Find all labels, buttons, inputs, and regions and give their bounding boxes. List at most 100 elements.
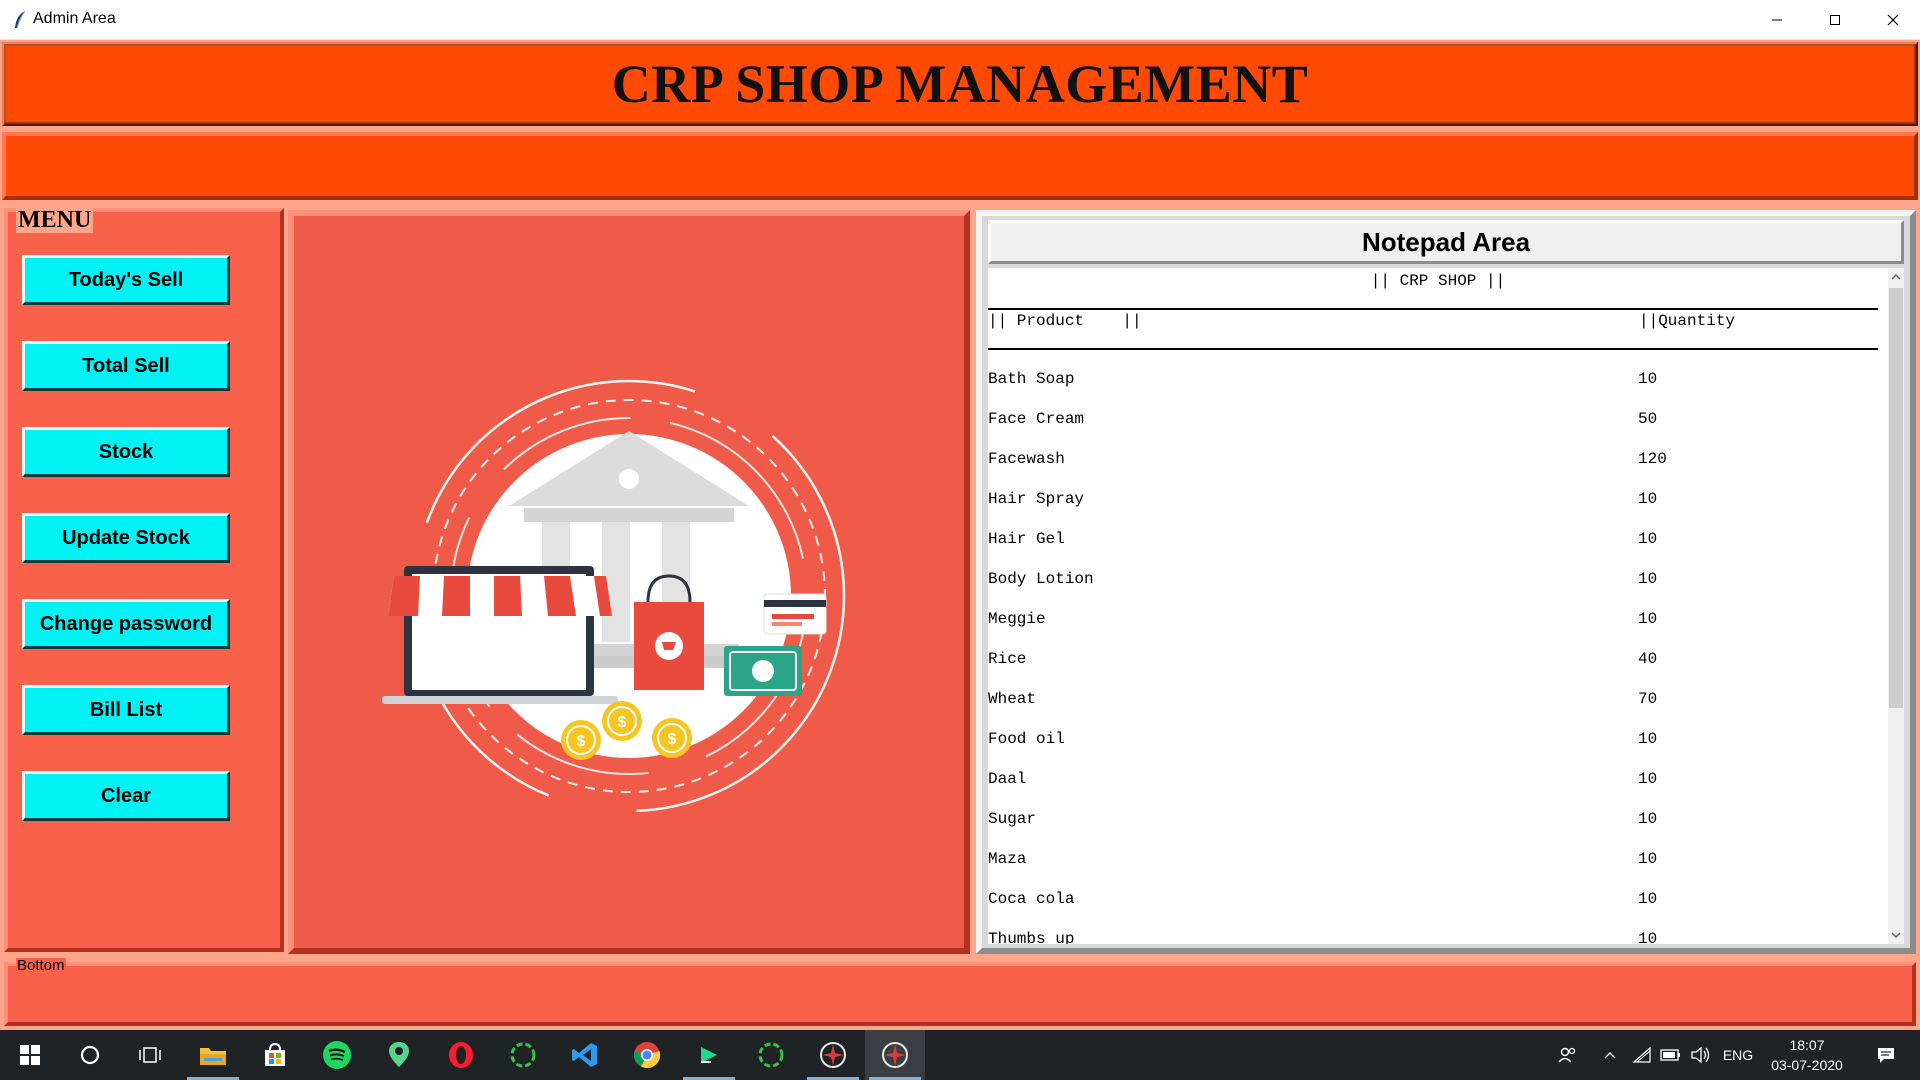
stock-row: Bath Soap 10 xyxy=(988,370,1888,394)
wifi-icon xyxy=(1632,1046,1651,1063)
stock-row: Thumbs up 10 xyxy=(988,930,1888,944)
cortana-icon xyxy=(80,1045,100,1065)
shop-illustration-panel: $ $ $ xyxy=(288,210,970,954)
product-name: Daal xyxy=(988,770,1027,788)
product-name: Facewash xyxy=(988,450,1065,468)
menu-legend: MENU xyxy=(16,207,94,233)
product-name: Face Cream xyxy=(988,410,1085,428)
windows-icon xyxy=(20,1045,40,1065)
loader-app-button[interactable] xyxy=(493,1030,553,1080)
loader-app-2-button[interactable] xyxy=(741,1030,801,1080)
product-quantity: 10 xyxy=(1638,810,1658,828)
chevron-down-icon xyxy=(1891,932,1901,939)
battery-icon xyxy=(1660,1049,1680,1061)
product-name: Hair Gel xyxy=(988,530,1065,548)
stock-row: Maza 10 xyxy=(988,850,1888,874)
tk-feather-icon xyxy=(820,1042,846,1068)
show-hidden-icons-button[interactable] xyxy=(1597,1030,1623,1080)
stock-row: Hair Gel 10 xyxy=(988,530,1888,554)
spinner-icon xyxy=(510,1042,536,1068)
product-quantity: 40 xyxy=(1638,650,1658,668)
product-quantity: 10 xyxy=(1638,530,1658,548)
stock-row: Face Cream 50 xyxy=(988,410,1888,434)
chevron-up-icon xyxy=(1604,1052,1616,1059)
spotify-icon xyxy=(323,1041,351,1069)
battery-button[interactable] xyxy=(1658,1030,1684,1080)
start-button[interactable] xyxy=(0,1030,60,1080)
language-indicator[interactable]: ENG xyxy=(1718,1030,1758,1080)
python-tk-button[interactable] xyxy=(803,1030,863,1080)
maximize-button[interactable] xyxy=(1806,0,1864,40)
product-quantity: 70 xyxy=(1638,690,1658,708)
stock-row: Facewash 120 xyxy=(988,450,1888,474)
taskbar: ENG 18:07 03-07-2020 xyxy=(0,1030,1920,1080)
stock-row: Wheat 70 xyxy=(988,690,1888,714)
product-name: Food oil xyxy=(988,730,1065,748)
scroll-up-button[interactable] xyxy=(1888,268,1904,286)
chrome-button[interactable] xyxy=(617,1030,677,1080)
pycharm-button[interactable] xyxy=(679,1030,739,1080)
notepad-shop-heading: || CRP SHOP || xyxy=(1370,272,1506,290)
action-center-button[interactable] xyxy=(1866,1030,1906,1080)
scroll-thumb[interactable] xyxy=(1889,288,1903,708)
folder-icon xyxy=(200,1048,226,1065)
column-header-quantity: ||Quantity xyxy=(1639,312,1736,330)
product-quantity: 10 xyxy=(1638,770,1658,788)
scroll-down-button[interactable] xyxy=(1888,926,1904,944)
clear-button[interactable]: Clear xyxy=(22,771,230,821)
store-bag-icon xyxy=(265,1042,285,1066)
tk-feather-icon xyxy=(882,1042,908,1068)
vscode-button[interactable] xyxy=(555,1030,615,1080)
network-button[interactable] xyxy=(1629,1030,1655,1080)
python-tk-active-button[interactable] xyxy=(865,1030,925,1080)
todays-sell-button[interactable]: Today's Sell xyxy=(22,255,230,305)
maps-button[interactable] xyxy=(369,1030,429,1080)
people-button[interactable] xyxy=(1552,1030,1582,1080)
chevron-up-icon xyxy=(1891,273,1901,280)
product-quantity: 10 xyxy=(1638,850,1658,868)
bill-list-button[interactable]: Bill List xyxy=(22,685,230,735)
notepad-scrollbar[interactable] xyxy=(1888,268,1904,944)
bottom-legend: Bottom xyxy=(16,957,66,974)
product-quantity: 10 xyxy=(1638,370,1658,388)
language-label: ENG xyxy=(1722,1047,1754,1063)
product-name: Body Lotion xyxy=(988,570,1094,588)
volume-button[interactable] xyxy=(1688,1030,1714,1080)
divider xyxy=(988,308,1878,310)
stock-row: Sugar 10 xyxy=(988,810,1888,834)
close-button[interactable] xyxy=(1864,0,1920,40)
product-name: Maza xyxy=(988,850,1027,868)
task-view-icon xyxy=(139,1047,161,1063)
people-icon xyxy=(1558,1047,1576,1063)
svg-text:$: $ xyxy=(618,714,627,731)
opera-button[interactable] xyxy=(431,1030,491,1080)
header-banner: CRP SHOP MANAGEMENT xyxy=(2,42,1918,126)
product-quantity: 10 xyxy=(1638,890,1658,908)
divider xyxy=(988,348,1878,350)
minimize-button[interactable] xyxy=(1748,0,1806,40)
file-explorer-button[interactable] xyxy=(183,1030,243,1080)
total-sell-button[interactable]: Total Sell xyxy=(22,341,230,391)
change-password-button[interactable]: Change password xyxy=(22,599,230,649)
spotify-button[interactable] xyxy=(307,1030,367,1080)
cortana-button[interactable] xyxy=(60,1030,120,1080)
stock-row: Rice 40 xyxy=(988,650,1888,674)
column-header-product: || Product || xyxy=(988,312,1142,330)
product-name: Bath Soap xyxy=(988,370,1075,388)
stock-row: Coca cola 10 xyxy=(988,890,1888,914)
update-stock-button[interactable]: Update Stock xyxy=(22,513,230,563)
product-name: Coca cola xyxy=(988,890,1075,908)
product-quantity: 10 xyxy=(1638,930,1658,944)
task-view-button[interactable] xyxy=(120,1030,180,1080)
stock-row: Food oil 10 xyxy=(988,730,1888,754)
page-title: CRP SHOP MANAGEMENT xyxy=(611,54,1309,114)
microsoft-store-button[interactable] xyxy=(245,1030,305,1080)
notification-icon xyxy=(1878,1048,1894,1063)
window-title: Admin Area xyxy=(33,10,116,27)
product-quantity: 10 xyxy=(1638,490,1658,508)
opera-icon xyxy=(449,1042,473,1068)
notepad-textarea[interactable]: || CRP SHOP || || Product || ||Quantity … xyxy=(988,268,1888,944)
clock[interactable]: 18:07 03-07-2020 xyxy=(1762,1035,1852,1075)
stock-button[interactable]: Stock xyxy=(22,427,230,477)
clock-date: 03-07-2020 xyxy=(1771,1057,1843,1073)
